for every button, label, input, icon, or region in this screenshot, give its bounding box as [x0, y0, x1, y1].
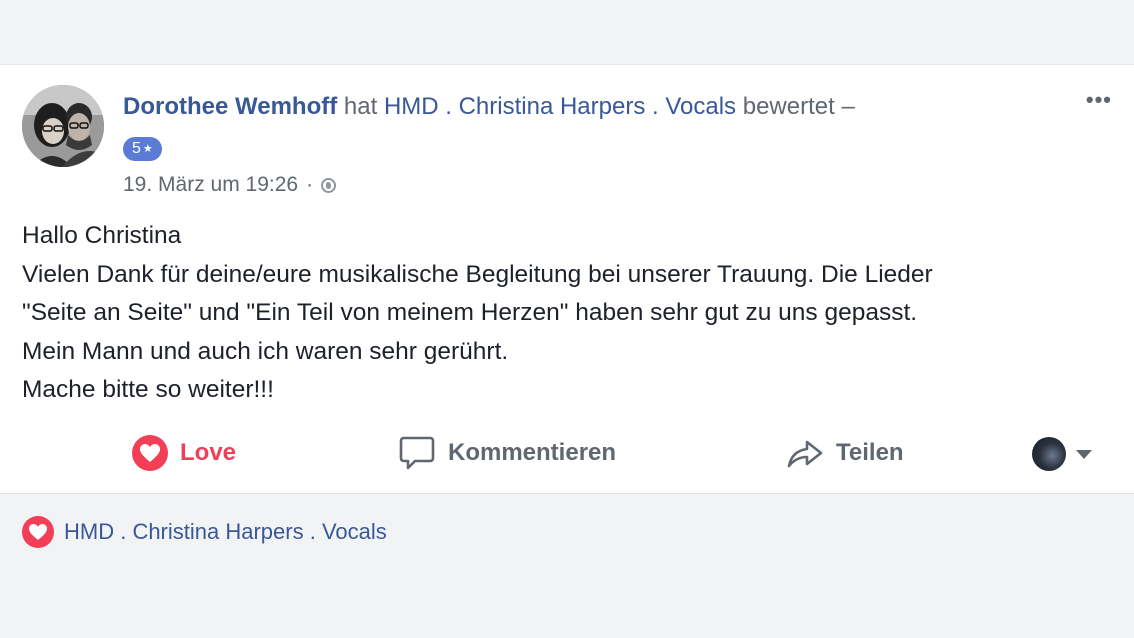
chevron-down-icon — [1076, 449, 1092, 459]
love-label: Love — [180, 439, 237, 466]
meta-separator: · — [306, 173, 314, 196]
heart-icon — [22, 516, 54, 548]
share-arrow-icon — [787, 440, 823, 468]
more-options-icon[interactable]: ••• — [1086, 87, 1112, 113]
post-text-line: Mein Mann und auch ich waren sehr gerühr… — [22, 337, 509, 365]
post-text-line: Mache bitte so weiter!!! — [22, 376, 274, 403]
post-as-selector[interactable] — [1032, 437, 1092, 471]
avatar-photo-icon — [22, 85, 104, 167]
review-post-card: Dorothee Wemhoff hat HMD . Christina Har… — [0, 64, 1134, 494]
author-name-link[interactable]: Dorothee Wemhoff — [123, 93, 337, 120]
post-header: Dorothee Wemhoff hat HMD . Christina Har… — [123, 91, 855, 123]
post-text-line: Hallo Christina — [22, 222, 182, 249]
rating-badge: 5 ★ — [123, 137, 162, 161]
share-label: Teilen — [836, 439, 904, 466]
post-text-line: Vielen Dank für deine/eure musikalische … — [22, 260, 933, 288]
post-body-text: Hallo Christina Vielen Dank für deine/eu… — [22, 217, 1112, 410]
page-avatar — [1032, 437, 1066, 471]
love-button[interactable]: Love — [132, 429, 236, 477]
comment-button[interactable]: Kommentieren — [398, 429, 616, 477]
post-text-line: "Seite an Seite" und "Ein Teil von meine… — [22, 299, 918, 326]
share-button[interactable]: Teilen — [786, 429, 904, 477]
page-name-link[interactable]: HMD . Christina Harpers . Vocals — [384, 93, 736, 120]
post-timestamp-link[interactable]: 19. März um 19:26 — [123, 173, 298, 197]
reaction-summary[interactable]: HMD . Christina Harpers . Vocals — [22, 516, 387, 548]
comment-label: Kommentieren — [448, 439, 617, 466]
globe-icon[interactable] — [321, 177, 337, 193]
post-meta: 19. März um 19:26 · — [123, 173, 337, 197]
rating-value: 5 — [132, 140, 141, 157]
speech-bubble-icon — [399, 436, 435, 470]
author-avatar[interactable] — [22, 85, 104, 167]
reactor-name-link[interactable]: HMD . Christina Harpers . Vocals — [64, 519, 387, 545]
action-prefix-text: hat — [343, 93, 378, 120]
post-action-bar: Love Kommentieren Teilen — [0, 429, 1134, 477]
heart-icon — [132, 435, 168, 471]
action-suffix-text: bewertet – — [742, 93, 855, 120]
star-icon: ★ — [142, 143, 153, 155]
